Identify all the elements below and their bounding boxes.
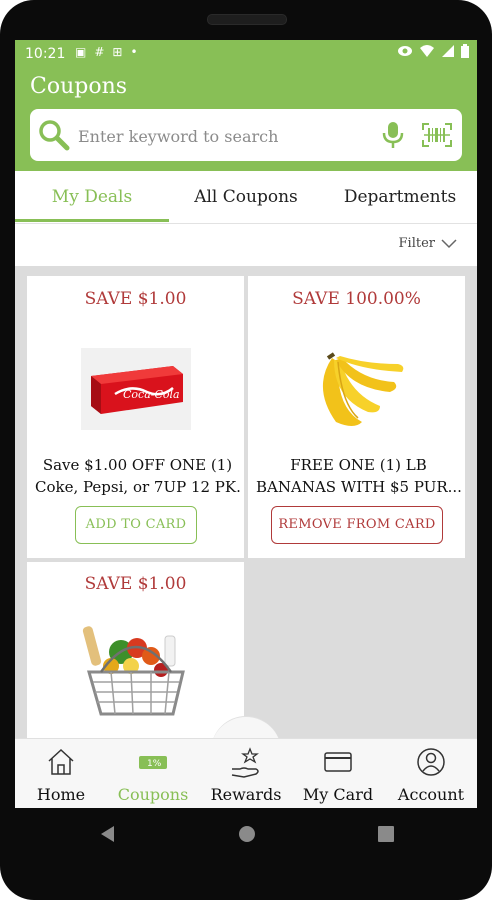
signal-icon (442, 45, 454, 57)
tab-bar: My Deals All Coupons Departments (15, 171, 477, 224)
coupon-savings: SAVE $1.00 (84, 574, 187, 594)
notification-icon: ▣ (75, 45, 87, 59)
microphone-icon[interactable] (382, 121, 404, 149)
coupon-grid: SAVE $1.00 Coca-Cola Save $1.00 OFF ONE … (15, 266, 477, 752)
bananas-image (322, 352, 404, 426)
nav-coupons[interactable]: 1% Coupons (107, 739, 199, 808)
barcode-scan-icon[interactable] (422, 123, 452, 147)
wifi-icon (420, 45, 434, 57)
tab-my-deals[interactable]: My Deals (15, 171, 169, 223)
back-icon[interactable] (98, 824, 118, 844)
coupon-description-line1: FREE ONE (1) LB (290, 456, 427, 474)
nav-home[interactable]: Home (15, 739, 107, 808)
svg-text:1%: 1% (147, 759, 162, 769)
app-screen: 10:21 ▣ # ⊞ • Coupons Enter keyword to s… (15, 40, 477, 808)
account-icon (417, 748, 445, 776)
coca-cola-12-pack-image: Coca-Cola (81, 348, 191, 430)
hash-icon: # (94, 45, 105, 59)
rewards-icon (231, 747, 259, 778)
nav-my-card-label: My Card (302, 785, 374, 804)
coupon-savings: SAVE 100.00% (292, 289, 421, 309)
remove-from-card-button[interactable]: REMOVE FROM CARD (271, 506, 443, 544)
coupon-description-line2: BANANAS WITH $5 PUR... (256, 478, 461, 496)
filter-label: Filter (398, 236, 435, 251)
device-frame: 10:21 ▣ # ⊞ • Coupons Enter keyword to s… (0, 0, 492, 900)
tab-all-coupons[interactable]: All Coupons (169, 171, 323, 223)
battery-icon (461, 44, 469, 58)
coupon-savings: SAVE $1.00 (84, 289, 187, 309)
chevron-down-icon (441, 238, 457, 248)
search-bar (30, 109, 462, 161)
dot-icon: • (130, 45, 138, 59)
tab-departments[interactable]: Departments (323, 171, 477, 223)
home-icon (48, 748, 74, 775)
card-icon (324, 752, 352, 772)
eye-icon (398, 46, 412, 56)
nav-account-label: Account (397, 785, 465, 804)
coupon-description-line1: Save $1.00 OFF ONE (1) (42, 456, 233, 474)
status-bar: 10:21 ▣ # ⊞ • (15, 40, 477, 68)
nav-account[interactable]: Account (385, 739, 477, 808)
nav-home-label: Home (36, 785, 86, 804)
system-navigation (0, 808, 492, 900)
search-icon[interactable] (38, 119, 70, 151)
grocery-basket-image (82, 626, 185, 716)
system-icons (397, 44, 469, 58)
svg-text:Coca-Cola: Coca-Cola (123, 388, 180, 401)
bottom-navigation: Home 1% Coupons Rewards My Card Account (15, 738, 477, 808)
add-to-card-button[interactable]: ADD TO CARD (75, 506, 197, 544)
recents-icon[interactable] (377, 825, 395, 843)
filter-button[interactable]: Filter (399, 236, 457, 251)
coupon-card[interactable]: SAVE $1.00 Coca-Cola Save $1.00 OFF ONE … (27, 276, 244, 558)
coupon-card[interactable]: SAVE $1.00 (27, 562, 244, 752)
nav-coupons-label: Coupons (117, 785, 189, 804)
home-circle-icon[interactable] (237, 824, 257, 844)
notification-icons: ▣ # ⊞ • (75, 45, 138, 59)
status-time: 10:21 (25, 46, 66, 62)
coupon-icon: 1% (139, 756, 167, 769)
coupon-description-line2: Coke, Pepsi, or 7UP 12 PK... (35, 478, 240, 496)
app-header: Coupons (15, 68, 477, 171)
nav-rewards[interactable]: Rewards (200, 739, 292, 808)
speaker-grille (207, 14, 287, 25)
filter-bar: Filter (15, 224, 477, 266)
network-icon: ⊞ (112, 45, 123, 59)
page-title: Coupons (30, 74, 128, 99)
coupon-card[interactable]: SAVE 100.00% FREE ONE (1) LB BANANAS WIT… (248, 276, 465, 558)
search-input[interactable] (76, 122, 370, 150)
nav-my-card[interactable]: My Card (292, 739, 384, 808)
active-tab-indicator (15, 219, 169, 222)
nav-rewards-label: Rewards (210, 785, 282, 804)
